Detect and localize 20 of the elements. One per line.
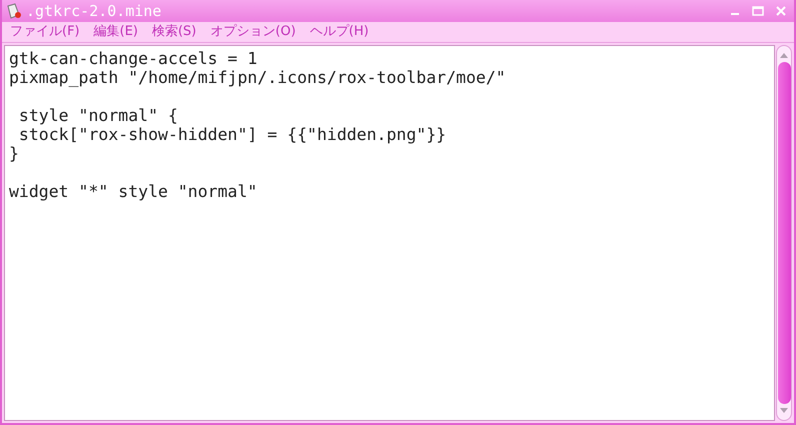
menu-item[interactable]: オプション(O) <box>210 22 296 42</box>
maximize-icon[interactable] <box>752 6 764 16</box>
menu-item[interactable]: ファイル(F) <box>10 22 80 42</box>
code-line: pixmap_path "/home/mifjpn/.icons/rox-toolbar/moe/" <box>9 68 506 87</box>
menu-item[interactable]: 検索(S) <box>152 22 196 42</box>
code-line: gtk-can-change-accels = 1 <box>9 49 258 68</box>
window-title: .gtkrc-2.0.mine <box>26 0 162 22</box>
code-line: } <box>9 144 19 163</box>
code-line: stock["rox-show-hidden"] = {{"hidden.png"}} <box>18 125 446 144</box>
scroll-down-icon[interactable] <box>780 408 788 414</box>
scrollbar[interactable] <box>776 45 792 421</box>
code-line: style "normal" { <box>18 106 178 125</box>
app-icon <box>6 3 22 19</box>
menu-item[interactable]: 編集(E) <box>94 22 138 42</box>
code-line: widget "*" style "normal" <box>9 182 258 201</box>
scroll-up-icon[interactable] <box>780 52 788 58</box>
text-editor[interactable]: gtk-can-change-accels = 1 pixmap_path "/home/mifjpn/.icons/rox-toolbar/moe/" style "normal" { stock["rox-show-hidden"] = {{"hidden.png"}} } widget "*" style "normal" <box>4 45 775 421</box>
close-icon[interactable] <box>776 6 786 16</box>
menu-item[interactable]: ヘルプ(H) <box>310 22 369 42</box>
scrollbar-thumb[interactable] <box>778 62 790 404</box>
